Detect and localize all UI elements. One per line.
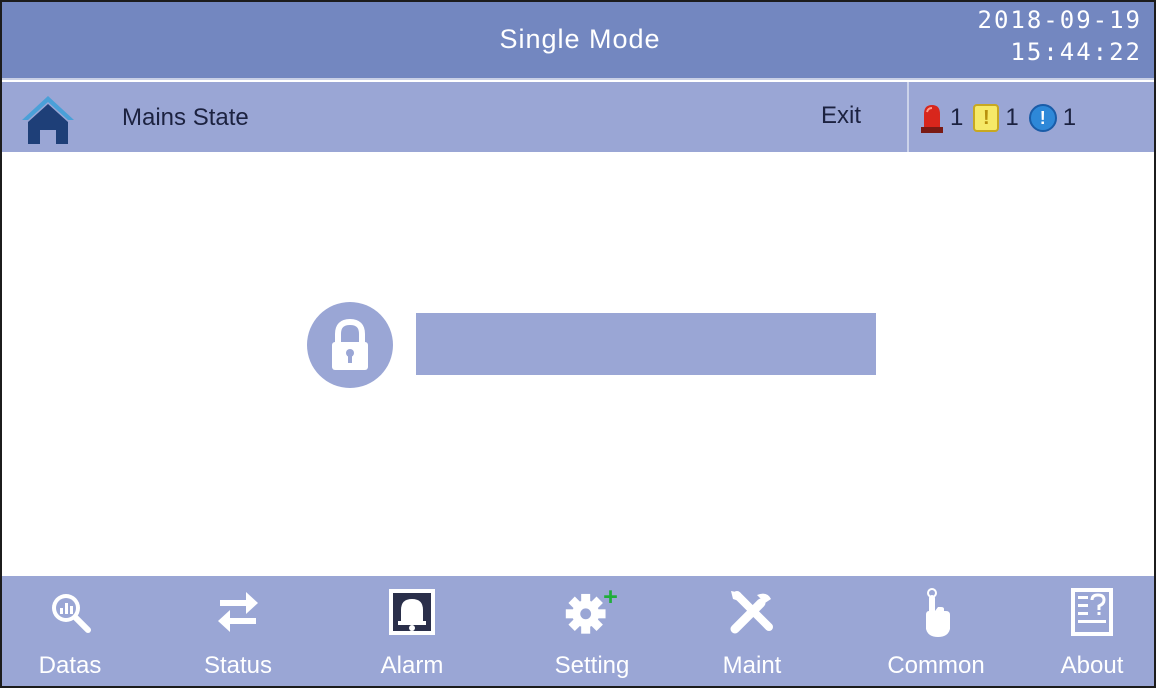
critical-alarm-indicator[interactable]: 1 [920, 102, 963, 134]
bottom-nav: Datas Status Alarm Setting Maint Common … [0, 576, 1156, 688]
nav-common[interactable]: Common [876, 576, 996, 688]
warning-alarm-indicator[interactable]: ! 1 [973, 104, 1019, 132]
page-title: Single Mode [499, 24, 661, 54]
info-icon: ! [1028, 104, 1057, 132]
password-input[interactable] [416, 313, 876, 375]
nav-label: Common [887, 652, 985, 679]
nav-status[interactable]: Status [178, 576, 298, 688]
nav-setting[interactable]: Setting [532, 576, 652, 688]
nav-label: Datas [38, 652, 102, 679]
alarm-icon [389, 589, 435, 635]
nav-label: Setting [554, 652, 630, 679]
lock-badge [307, 302, 393, 388]
nav-datas[interactable]: Datas [10, 576, 130, 688]
common-icon [926, 588, 950, 637]
setting-icon [565, 590, 617, 634]
date-text: 2018-09-19 [977, 6, 1142, 34]
maint-icon [730, 591, 773, 634]
warning-count: 1 [1005, 104, 1019, 131]
info-alarm-indicator[interactable]: ! 1 [1028, 104, 1077, 132]
nav-alarm[interactable]: Alarm [352, 576, 472, 688]
critical-count: 1 [950, 104, 964, 131]
nav-about[interactable]: About [1032, 576, 1152, 688]
warning-icon: ! [973, 104, 1000, 132]
about-icon [1071, 588, 1113, 636]
home-button[interactable] [20, 92, 76, 146]
sub-title: Mains State [122, 104, 249, 131]
siren-icon [921, 105, 943, 133]
lock-icon [332, 318, 368, 370]
info-count: 1 [1062, 104, 1077, 131]
status-icon [218, 592, 258, 632]
nav-label: Maint [722, 652, 782, 679]
nav-maint[interactable]: Maint [692, 576, 812, 688]
nav-label: Alarm [380, 652, 444, 679]
datetime: 2018-09-19 15:44:22 [978, 4, 1143, 68]
alarm-summary: 1 ! 1 ! 1 [920, 100, 1086, 136]
main-panel [0, 152, 1156, 576]
nav-label: About [1060, 652, 1124, 679]
sub-bar: Mains State Exit 1 ! 1 ! 1 [0, 82, 1156, 152]
home-icon [22, 96, 74, 144]
time-text: 15:44:22 [1010, 38, 1142, 66]
screen: Single Mode 2018-09-19 15:44:22 Mains St… [0, 0, 1156, 688]
datas-icon [52, 594, 91, 633]
title-bar: Single Mode 2018-09-19 15:44:22 [0, 0, 1156, 80]
divider [907, 82, 909, 152]
exit-button[interactable]: Exit [805, 96, 877, 136]
nav-label: Status [203, 652, 273, 679]
